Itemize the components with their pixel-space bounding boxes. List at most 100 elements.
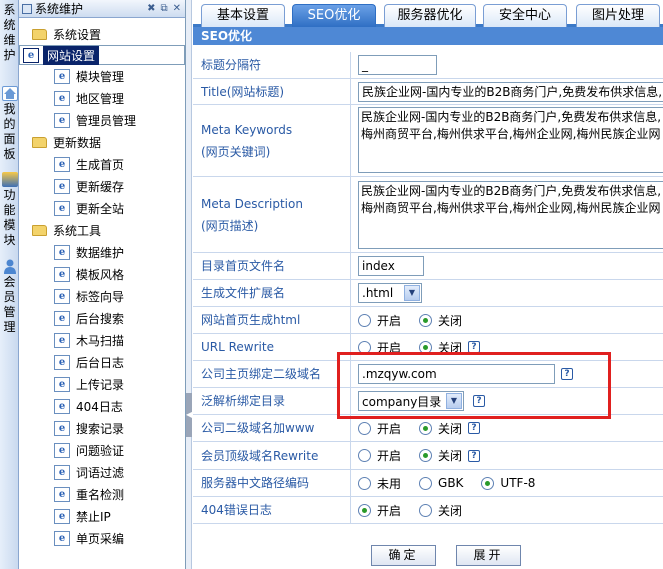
file-ext-label: 生成文件扩展名 <box>193 280 351 306</box>
page-icon: e <box>54 90 70 106</box>
page-icon: e <box>54 244 70 260</box>
tab-server-optimize[interactable]: 服务器优化 <box>384 4 476 27</box>
tree-item-module-manage[interactable]: e 模块管理 <box>19 65 185 87</box>
radio-label: 关闭 <box>438 421 463 436</box>
log404-on-radio[interactable]: 开启 <box>358 502 401 519</box>
description-label-wrap: Meta Description (网页描述) <box>193 177 351 252</box>
path-encoding-none-radio[interactable]: 未用 <box>358 475 401 492</box>
main-panel: 基本设置 SEO优化 服务器优化 安全中心 图片处理 SEO优化 标题分隔符 _… <box>193 0 663 569</box>
tree-item-label: 模块管理 <box>76 69 125 84</box>
row-404-log: 404错误日志 开启 关闭 <box>193 497 663 524</box>
tree-item-region-manage[interactable]: e 地区管理 <box>19 87 185 109</box>
file-ext-select[interactable]: .html ▼ <box>358 283 422 303</box>
sidebar-header: 系统维护 ✖ ⧉ ✕ <box>19 0 185 18</box>
path-encoding-utf8-radio[interactable]: UTF-8 <box>481 476 535 490</box>
help-icon[interactable]: ? <box>468 449 481 462</box>
tree-item-tool[interactable]: e 重名检测 <box>19 483 185 505</box>
tab-security[interactable]: 安全中心 <box>483 4 567 27</box>
log404-off-radio[interactable]: 关闭 <box>419 502 462 519</box>
page-icon: e <box>54 178 70 194</box>
close-icon[interactable]: ✕ <box>173 3 181 14</box>
vtab-my-panel[interactable]: 我的面板 <box>0 86 19 162</box>
title-input[interactable]: 民族企业网-国内专业的B2B商务门户,免费发布供求信息,网 <box>358 81 663 102</box>
tree-item-site-settings[interactable]: e 网站设置 <box>19 45 185 65</box>
vtab-system[interactable]: 系统维护 <box>0 3 19 63</box>
index-html-label: 网站首页生成html <box>193 307 351 333</box>
vtab-system-label: 系统维护 <box>3 3 16 62</box>
vtab-members-label: 会员管理 <box>3 275 16 334</box>
tree-item-tool[interactable]: e 禁止IP <box>19 505 185 527</box>
expand-button[interactable]: 展开 <box>456 545 521 566</box>
index-file-input[interactable]: index <box>358 256 424 276</box>
user-icon <box>2 259 18 274</box>
collapse-arrow-icon[interactable]: ◀ <box>186 393 192 437</box>
tree-item-tool[interactable]: e 搜索记录 <box>19 417 185 439</box>
module-icon <box>1 172 18 187</box>
tree-item-label: 管理员管理 <box>76 113 137 128</box>
panel-icon <box>22 3 32 14</box>
tree-item-admin-manage[interactable]: e 管理员管理 <box>19 109 185 131</box>
tab-image-processing[interactable]: 图片处理 <box>576 4 660 27</box>
tree-item-tool[interactable]: e 模板风格 <box>19 263 185 285</box>
sidebar: 系统维护 ✖ ⧉ ✕ 系统设置 e 网站设置 e 模块管理 e 地区管理 e 管理员管理… <box>19 0 186 569</box>
member-rewrite-on-radio[interactable]: 开启 <box>358 447 401 464</box>
description-textarea[interactable]: 民族企业网-国内专业的B2B商务门户,免费发布供求信息,梅州商贸平台,梅州供求平… <box>358 181 663 249</box>
keywords-textarea[interactable]: 民族企业网-国内专业的B2B商务门户,免费发布供求信息,梅州商贸平台,梅州供求平… <box>358 107 663 173</box>
tree-item-update-cache[interactable]: e 更新缓存 <box>19 175 185 197</box>
row-index-html: 网站首页生成html 开启 关闭 <box>193 307 663 334</box>
vtab-modules[interactable]: 功能模块 <box>0 172 19 248</box>
tree-item-tool[interactable]: e 问题验证 <box>19 439 185 461</box>
index-html-on-radio[interactable]: 开启 <box>358 312 401 329</box>
page-icon: e <box>54 68 70 84</box>
page-icon: e <box>54 486 70 502</box>
company-www-off-radio[interactable]: 关闭 <box>419 420 462 437</box>
tree-item-tool[interactable]: e 词语过滤 <box>19 461 185 483</box>
help-icon[interactable]: ? <box>468 422 481 434</box>
page-icon: e <box>54 288 70 304</box>
tree-item-tool[interactable]: e 单页采编 <box>19 527 185 549</box>
separator-label: 标题分隔符 <box>193 52 351 78</box>
tree-item-tool[interactable]: e 上传记录 <box>19 373 185 395</box>
member-rewrite-off-radio[interactable]: 关闭 <box>419 447 462 464</box>
page-icon: e <box>54 310 70 326</box>
index-html-off-radio[interactable]: 关闭 <box>419 312 462 329</box>
row-description: Meta Description (网页描述) 民族企业网-国内专业的B2B商务… <box>193 177 663 253</box>
tab-basic-settings[interactable]: 基本设置 <box>201 4 285 27</box>
tree-item-label: 更新缓存 <box>76 179 125 194</box>
separator-input[interactable]: _ <box>358 55 437 75</box>
company-www-label: 公司二级域名加www <box>193 415 351 441</box>
tree-item-label: 网站设置 <box>43 45 100 65</box>
tree-item-update-site[interactable]: e 更新全站 <box>19 197 185 219</box>
tree-group-update-data[interactable]: 更新数据 <box>19 131 185 153</box>
page-icon: e <box>54 354 70 370</box>
page-icon: e <box>54 156 70 172</box>
tree-group-label: 更新数据 <box>53 135 102 150</box>
company-www-on-radio[interactable]: 开启 <box>358 420 401 437</box>
path-encoding-gbk-radio[interactable]: GBK <box>419 476 463 490</box>
tab-seo[interactable]: SEO优化 <box>292 4 376 27</box>
confirm-button[interactable]: 确定 <box>371 545 436 566</box>
vtab-members[interactable]: 会员管理 <box>0 259 19 335</box>
minimize-icon[interactable]: ✖ <box>147 3 155 14</box>
row-company-www: 公司二级域名加www 开启 关闭 ? <box>193 415 663 442</box>
panel-splitter[interactable]: ◀ <box>186 0 192 569</box>
tree-item-generate-home[interactable]: e 生成首页 <box>19 153 185 175</box>
tree-item-tool[interactable]: e 木马扫描 <box>19 329 185 351</box>
tree-item-label: 重名检测 <box>76 487 125 502</box>
description-label: Meta Description <box>201 196 303 211</box>
restore-icon[interactable]: ⧉ <box>160 3 167 14</box>
tree-item-tool[interactable]: e 标签向导 <box>19 285 185 307</box>
radio-icon <box>419 476 433 490</box>
tree-group-system-tools[interactable]: 系统工具 <box>19 219 185 241</box>
title-label: Title(网站标题) <box>193 79 351 104</box>
radio-checked-icon <box>419 421 433 435</box>
tree-item-tool[interactable]: e 后台日志 <box>19 351 185 373</box>
keywords-sublabel: (网页关键词) <box>201 144 271 159</box>
sidebar-tree: 系统设置 e 网站设置 e 模块管理 e 地区管理 e 管理员管理 更新数据 e 生成首页… <box>19 18 185 549</box>
tree-group-system-settings[interactable]: 系统设置 <box>19 23 185 45</box>
tree-item-label: 数据维护 <box>76 245 125 260</box>
page-icon: e <box>54 398 70 414</box>
tree-item-tool[interactable]: e 数据维护 <box>19 241 185 263</box>
tree-item-tool[interactable]: e 404日志 <box>19 395 185 417</box>
tree-item-tool[interactable]: e 后台搜索 <box>19 307 185 329</box>
